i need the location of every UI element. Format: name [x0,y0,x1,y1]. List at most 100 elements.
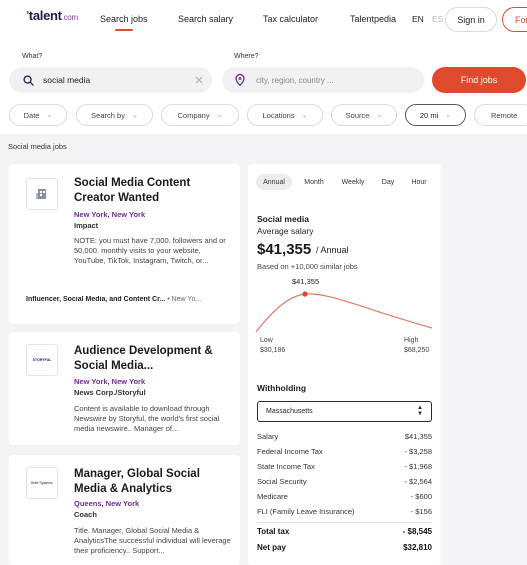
nav-talentpedia[interactable]: Talentpedia [350,14,396,24]
top-header: 'talent.com Search jobs Search salary Ta… [0,0,527,42]
job-company: News Corp./Storyful [74,388,146,397]
job-description: NOTE: you must have 7,000. followers and… [74,236,226,265]
what-search-field[interactable]: social media [9,67,212,93]
where-label: Where? [234,53,259,60]
filter-company-label: Company [177,110,210,120]
chevron-down-icon: ⌄ [131,112,138,119]
tax-row-value: - $1,968 [404,462,432,471]
filter-date-label: Date [23,110,40,120]
where-input-placeholder[interactable]: city, region, country ... [256,76,334,85]
company-logo: STORYFUL [26,344,58,376]
filter-source-label: Source [345,110,370,120]
tax-row-medicare: Medicare - $600 [257,492,432,501]
job-location: Queens, New York [74,499,140,508]
tab-hour[interactable]: Hour [406,174,432,190]
job-location: New York, New York [74,210,146,219]
tab-month[interactable]: Month [299,174,329,190]
job-title[interactable]: Audience Development & Social Media... [74,344,232,374]
tax-row-total: Total tax - $8,545 [257,527,432,536]
company-logo: Brief Systems [26,467,58,499]
salary-high: High $68,250 [404,336,429,356]
salary-based-on: Based on +10,000 similar jobs [257,262,358,271]
salary-subtitle: Average salary [257,226,314,236]
tab-annual[interactable]: Annual [256,174,292,190]
building-logo-icon [36,189,46,199]
salary-high-label: High [404,337,419,344]
lang-en[interactable]: EN [412,14,424,24]
salary-amount: $41,355 [257,241,312,258]
filter-search-by[interactable]: Search by ⌄ [76,104,153,126]
salary-distribution-curve [255,291,433,333]
tax-row-salary: Salary $41,355 [257,432,432,441]
filter-remote[interactable]: Remote [474,104,527,126]
salary-period: / Annual [316,245,349,255]
nav-tax-calculator[interactable]: Tax calculator [263,14,318,24]
tax-row-label: Social Security [257,477,307,486]
nav-search-salary[interactable]: Search salary [178,14,233,24]
job-location: New York, New York [74,377,146,386]
job-title[interactable]: Social Media Content Creator Wanted [74,176,232,206]
tax-row-value: - $156 [410,507,432,516]
tax-row-state: State Income Tax - $1,968 [257,462,432,471]
job-company: Coach [74,510,97,519]
where-search-field[interactable]: city, region, country ... [222,67,424,93]
location-pin-icon [235,74,245,86]
filter-locations[interactable]: Locations ⌄ [247,104,323,126]
net-pay-label: Net pay [257,543,286,552]
curve-peak-marker [302,291,308,297]
for-employers-button[interactable]: For [502,7,527,32]
tax-row-label: State Income Tax [257,462,315,471]
tab-day[interactable]: Day [377,174,399,190]
tax-row-fli: FLI (Family Leave Insurance) - $156 [257,507,432,516]
salary-low: Low $30,186 [260,336,285,356]
filter-locations-label: Locations [262,110,295,120]
job-card[interactable]: STORYFUL Audience Development & Social M… [9,332,240,445]
filter-date[interactable]: Date ⌄ [9,104,67,126]
talent-logo[interactable]: 'talent.com [26,8,78,23]
salary-low-value: $30,186 [260,347,286,354]
tab-weekly[interactable]: Weekly [337,174,369,190]
filter-search-by-label: Search by [91,110,125,120]
job-card[interactable]: Brief Systems Manager, Global Social Med… [9,455,240,565]
what-label: What? [22,53,43,60]
filter-source[interactable]: Source ⌄ [331,104,397,126]
select-arrows-icon: ▲ ▼ [417,405,423,417]
state-select[interactable]: Massachusetts ▲ ▼ [257,401,432,422]
tax-row-label: FLI (Family Leave Insurance) [257,507,355,516]
sign-in-button[interactable]: Sign in [445,7,497,32]
storyful-logo: STORYFUL [32,358,52,362]
total-tax-value: - $8,545 [402,527,432,536]
tax-row-label: Salary [257,432,279,441]
divider [257,522,432,523]
job-card[interactable]: Social Media Content Creator Wanted New … [9,164,240,324]
chevron-down-icon: ⌄ [445,112,452,119]
salary-panel: Annual Month Weekly Day Hour Social medi… [248,164,441,565]
job-title[interactable]: Manager, Global Social Media & Analytics [74,467,232,497]
tax-row-value: $41,355 [404,432,432,441]
tax-row-value: - $3,258 [404,447,432,456]
salary-low-label: Low [260,337,273,344]
company-logo [26,178,58,210]
chevron-down-icon: ⌄ [301,112,308,119]
tax-row-label: Medicare [257,492,288,501]
brief-systems-logo: Brief Systems [31,481,53,485]
salary-title: Social media [257,214,309,224]
nav-search-jobs[interactable]: Search jobs [100,14,148,31]
filter-company[interactable]: Company ⌄ [161,104,239,126]
find-jobs-button[interactable]: Find jobs [432,67,526,93]
tax-row-social-security: Social Security - $2,564 [257,477,432,486]
search-icon [23,74,34,86]
job-description: Title. Manager, Global Social Media & An… [74,526,231,555]
chevron-down-icon: ⌄ [376,112,383,119]
what-input-value[interactable]: social media [43,75,90,85]
filter-distance[interactable]: 20 mi ⌄ [405,104,466,126]
job-tags: Influencer, Social Media, and Content Cr… [26,296,231,303]
filter-bar: Date ⌄ Search by ⌄ Company ⌄ Locations ⌄ Sou… [0,98,527,134]
job-tags-location: • New Yo... [167,296,202,303]
net-pay-value: $32,810 [403,543,432,552]
lang-es[interactable]: ES [432,14,443,24]
breadcrumb[interactable]: Social media jobs [8,142,67,151]
tax-row-federal: Federal Income Tax - $3,258 [257,447,432,456]
state-select-value: Massachusetts [266,408,313,415]
clear-icon[interactable] [195,76,203,84]
